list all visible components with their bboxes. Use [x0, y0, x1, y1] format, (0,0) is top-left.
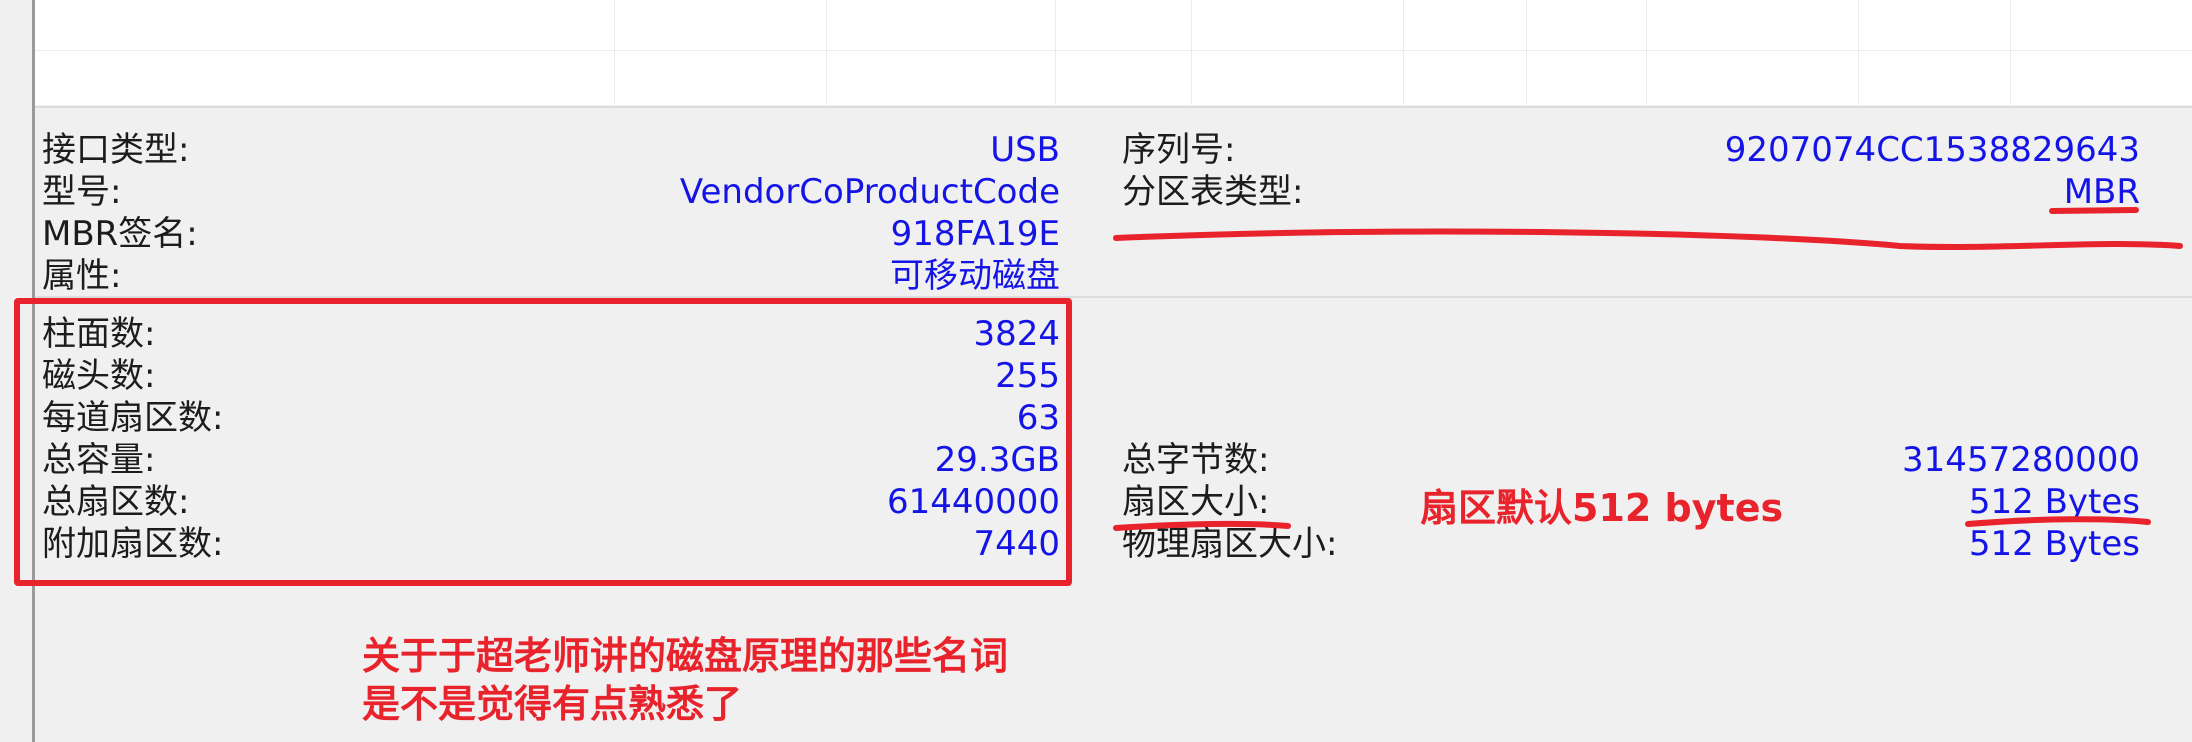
explanation-annotation-line2: 是不是觉得有点熟悉了 — [362, 682, 743, 726]
explanation-annotation-line1: 关于于超老师讲的磁盘原理的那些名词 — [362, 634, 1009, 678]
sector-default-annotation: 扇区默认512 bytes — [1420, 486, 1784, 530]
partition-underline-annotation — [1113, 228, 2183, 250]
sector-bytes-underline-annotation — [1965, 516, 2151, 527]
sector-size-underline-annotation — [1113, 520, 1291, 531]
mbr-underline-annotation — [2049, 207, 2139, 214]
annotation-marks — [1113, 207, 2183, 531]
